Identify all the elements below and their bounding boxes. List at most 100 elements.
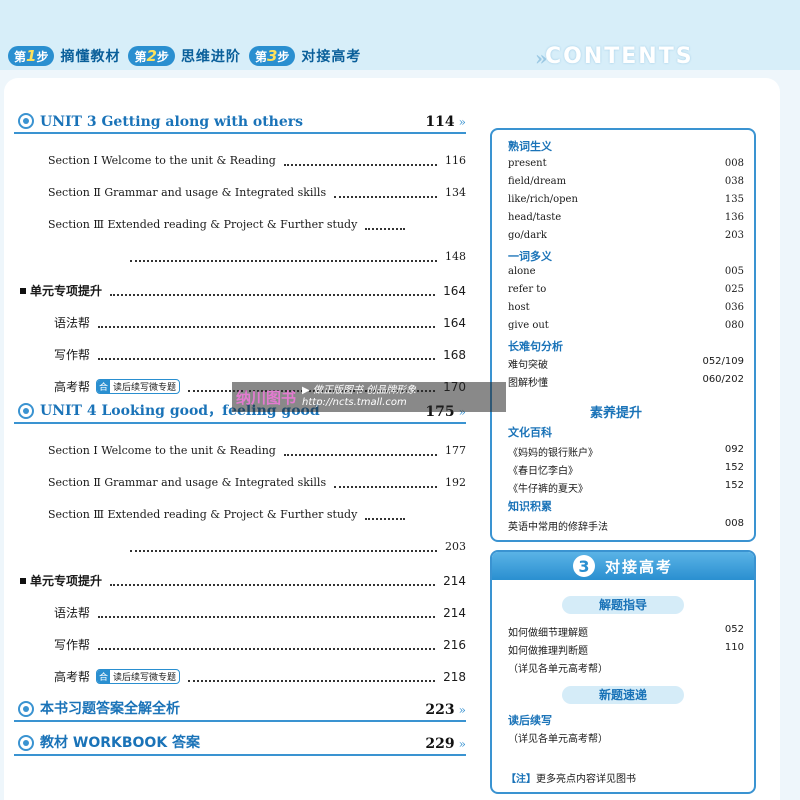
banner-label: 素养提升 (590, 406, 643, 421)
entry-label: Section Ⅲ Extended reading & Project & F… (48, 218, 358, 231)
step-title: 思维进阶 (180, 49, 241, 65)
topic-tag: 合读后续写微专题 (96, 669, 181, 684)
leader-dots (98, 608, 436, 618)
lightbulb-icon (18, 735, 34, 751)
toc-entry[interactable]: Section Ⅱ Grammar and usage & Integrated… (48, 476, 466, 489)
entry-label: 高考帮 (54, 670, 91, 684)
list-item[interactable]: 《春日忆李白》 152 (508, 462, 744, 477)
category-title: 读后续写 (508, 714, 552, 727)
list-item[interactable]: 《妈妈的银行账户》 092 (508, 444, 744, 459)
page-number: 114 (425, 114, 455, 130)
page-number: 177 (445, 444, 466, 457)
step-title: 摘懂教材 (60, 49, 121, 65)
entry-label: Section Ⅲ Extended reading & Project & F… (48, 508, 358, 521)
entry-label: Section Ⅰ Welcome to the unit & Reading (48, 444, 276, 457)
leader-dots (130, 252, 437, 262)
list-item[interactable]: refer to 025 (508, 284, 744, 295)
section-banner: 素养提升 (492, 402, 754, 421)
lightbulb-icon (18, 403, 34, 419)
page-number: 214 (443, 573, 466, 588)
list-item[interactable]: head/taste 136 (508, 212, 744, 223)
watermark-overlay: 纳川图书 ▶ 做正版图书 创品牌形象 http://ncts.tmall.com (232, 382, 506, 412)
category-title: 知识积累 (508, 500, 552, 513)
page-number: 203 (445, 540, 466, 553)
list-item[interactable]: field/dream 038 (508, 176, 744, 187)
list-item[interactable]: 图解秒懂 060/202 (508, 374, 744, 389)
toc-entry[interactable]: 写作帮 216 (54, 636, 466, 653)
lightbulb-icon (18, 113, 34, 129)
list-item[interactable]: 《牛仔裤的夏天》 152 (508, 480, 744, 495)
leader-dots (188, 672, 436, 682)
toc-entry-continued[interactable]: 203 (130, 540, 466, 553)
entry-label: 语法帮 (54, 316, 91, 330)
toc-heading-workbook[interactable]: 教材 WORKBOOK 答案 229 » (14, 732, 466, 756)
leader-dots (365, 510, 406, 520)
list-item[interactable]: 难句突破 052/109 (508, 356, 744, 371)
list-item[interactable]: alone 005 (508, 266, 744, 277)
page-number: 214 (443, 605, 466, 620)
watermark-logo: 纳川图书 (236, 388, 297, 407)
unit-title: UNIT 3 Getting along with others (40, 114, 304, 130)
chevron-right-icon: » (458, 115, 466, 129)
toc-entry[interactable]: Section Ⅰ Welcome to the unit & Reading 1… (48, 444, 466, 457)
sidebar-panel-highlights: 熟词生义 present 008 field/dream 038 like/rich… (490, 128, 756, 542)
page-number: 192 (445, 476, 466, 489)
toc-heading-answers[interactable]: 本书习题答案全解全析 223 » (14, 698, 466, 722)
toc-entry[interactable]: Section Ⅱ Grammar and usage & Integrated… (48, 186, 466, 199)
page-number: 134 (445, 186, 466, 199)
tag-icon: 合 (97, 380, 111, 393)
toc-entry-continued[interactable]: 148 (130, 250, 466, 263)
leader-dots (283, 156, 437, 166)
leader-dots (98, 318, 436, 328)
toc-entry[interactable]: 写作帮 168 (54, 346, 466, 363)
page-number: 218 (443, 669, 466, 684)
step-title: 对接高考 (301, 49, 362, 65)
toc-entry[interactable]: 语法帮 214 (54, 604, 466, 621)
list-item: （详见各单元高考帮） (508, 734, 608, 745)
sidebar-panel-exam: 3 对接高考 解题指导 如何做细节理解题 052 如何做推理判断题 110 （详见各… (490, 550, 756, 794)
page-number: 148 (445, 250, 466, 263)
toc-entry[interactable]: Section Ⅰ Welcome to the unit & Reading 1… (48, 154, 466, 167)
list-item[interactable]: give out 080 (508, 320, 744, 331)
bullet-icon (20, 577, 26, 584)
category-title: 长难句分析 (508, 340, 563, 353)
entry-label: 写作帮 (54, 638, 91, 652)
footnote: 【注】更多亮点内容详见图书 (506, 774, 636, 785)
page-number: 216 (443, 637, 466, 652)
category-title: 文化百科 (508, 426, 552, 439)
entry-label: Section Ⅱ Grammar and usage & Integrated… (48, 186, 327, 199)
list-item[interactable]: host 036 (508, 302, 744, 313)
entry-label: 写作帮 (54, 348, 91, 362)
toc-entry[interactable]: 单元专项提升 214 (20, 572, 466, 589)
leader-dots (334, 478, 437, 488)
bullet-icon (20, 287, 26, 294)
section-pill: 解题指导 (562, 596, 684, 614)
category-title: 一词多义 (508, 250, 552, 263)
entry-label: 单元专项提升 (30, 574, 103, 588)
step-badge: 第1步 (8, 46, 55, 66)
list-item[interactable]: 英语中常用的修辞手法 008 (508, 518, 744, 533)
toc-entry[interactable]: 高考帮 合读后续写微专题 218 (54, 668, 466, 685)
entry-label: Section Ⅱ Grammar and usage & Integrated… (48, 476, 327, 489)
page-number: 164 (443, 315, 466, 330)
list-item[interactable]: present 008 (508, 158, 744, 169)
toc-entry[interactable]: Section Ⅲ Extended reading & Project & F… (48, 508, 466, 521)
page-number: 229 (425, 736, 455, 752)
page-number: 116 (445, 154, 466, 167)
step-list: 第1步 摘懂教材 第2步 思维进阶 第3步 对接高考 (8, 46, 361, 66)
list-item[interactable]: go/dark 203 (508, 230, 744, 241)
unit-heading[interactable]: UNIT 3 Getting along with others 114 » (14, 110, 466, 134)
leader-dots (283, 446, 437, 456)
list-item[interactable]: 如何做推理判断题 110 (508, 642, 744, 657)
step-number-badge: 3 (572, 555, 595, 577)
toc-entry[interactable]: 单元专项提升 164 (20, 282, 466, 299)
panel-title: 对接高考 (604, 557, 673, 576)
list-item[interactable]: like/rich/open 135 (508, 194, 744, 205)
leader-dots (130, 542, 437, 552)
leader-dots (334, 188, 437, 198)
panel-header: 3 对接高考 (492, 552, 754, 580)
list-item: （详见各单元高考帮） (508, 664, 608, 675)
toc-entry[interactable]: 语法帮 164 (54, 314, 466, 331)
toc-entry[interactable]: Section Ⅲ Extended reading & Project & F… (48, 218, 466, 231)
list-item[interactable]: 如何做细节理解题 052 (508, 624, 744, 639)
